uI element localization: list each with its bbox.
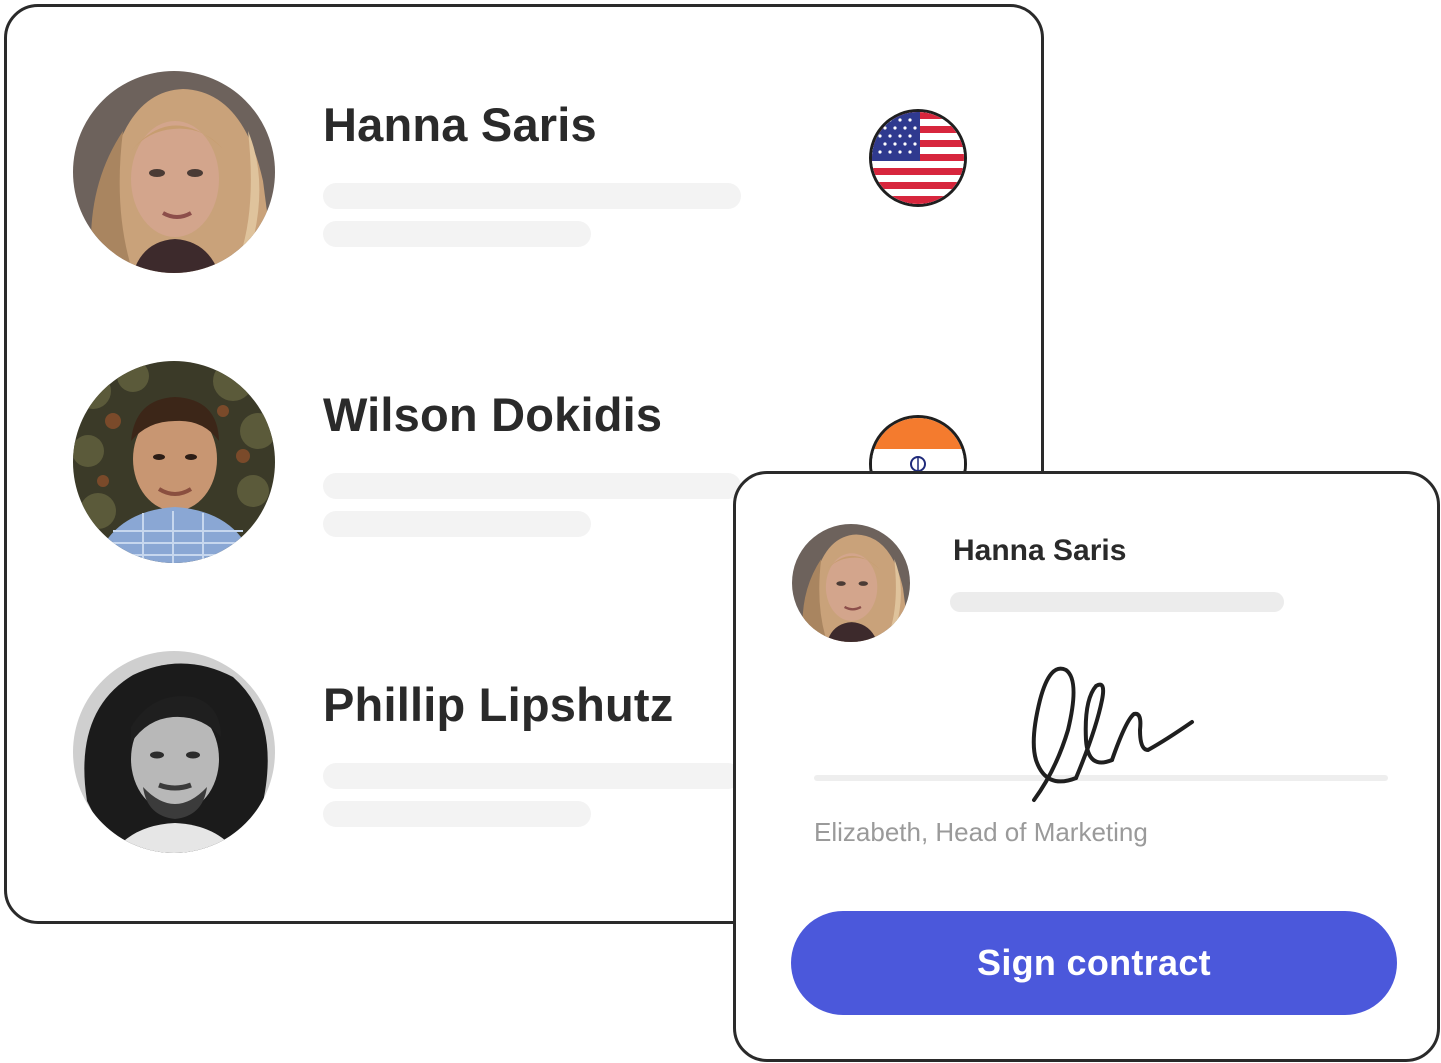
placeholder-line: [950, 592, 1284, 612]
signer-label: Elizabeth, Head of Marketing: [814, 817, 1148, 847]
placeholder-line: [323, 183, 741, 209]
usa-flag-icon: [869, 109, 967, 207]
list-item[interactable]: Hanna Saris: [73, 71, 1033, 281]
contract-card: Hanna Saris Elizabeth, Head of Marketing…: [733, 471, 1440, 1062]
person-name: Hanna Saris: [323, 98, 597, 151]
person-name: Phillip Lipshutz: [323, 678, 674, 731]
sign-contract-button[interactable]: Sign contract: [791, 911, 1397, 1015]
placeholder-line: [323, 801, 591, 827]
avatar: [792, 524, 910, 642]
placeholder-line: [323, 763, 741, 789]
placeholder-line: [323, 473, 741, 499]
placeholder-line: [323, 511, 591, 537]
contract-person-name: Hanna Saris: [953, 534, 1127, 567]
avatar: [73, 361, 275, 563]
person-name: Wilson Dokidis: [323, 388, 663, 441]
placeholder-line: [323, 221, 591, 247]
avatar: [73, 651, 275, 853]
signature-icon: [1016, 660, 1216, 815]
avatar: [73, 71, 275, 273]
